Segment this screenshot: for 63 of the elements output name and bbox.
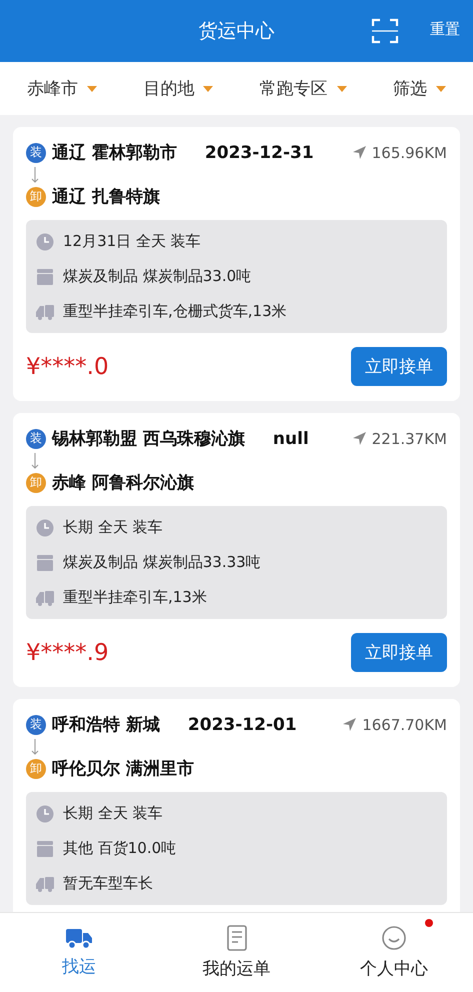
down-arrow-icon xyxy=(31,453,39,469)
distance-text: 165.96KM xyxy=(372,144,447,162)
vehicle-text: 重型半挂牵引车,13米 xyxy=(63,588,207,607)
price-text: ¥****.0 xyxy=(26,354,109,380)
loading-time-text: 长期 全天 装车 xyxy=(63,804,163,823)
distance-text: 221.37KM xyxy=(372,430,447,448)
load-badge: 装 xyxy=(26,142,46,162)
box-icon xyxy=(36,840,54,856)
dropdown-caret-icon xyxy=(87,86,98,92)
down-arrow-icon xyxy=(31,167,39,183)
box-icon xyxy=(36,554,54,570)
date-text: 2023-12-01 xyxy=(188,714,297,734)
unload-badge: 卸 xyxy=(26,758,46,778)
box-icon xyxy=(36,268,54,284)
destination-text: 通辽 扎鲁特旗 xyxy=(52,186,160,208)
date-text: null xyxy=(272,428,309,448)
down-arrow-icon xyxy=(31,739,39,755)
distance-text: 1667.70KM xyxy=(362,716,447,734)
truck-icon xyxy=(64,927,93,949)
unload-badge: 卸 xyxy=(26,472,46,492)
nav-tab[interactable]: 我的运单 xyxy=(158,913,316,992)
truck-icon xyxy=(36,876,54,892)
accept-order-button[interactable]: 立即接单 xyxy=(351,347,447,386)
nav-tab[interactable]: 个人中心 xyxy=(315,913,473,992)
unload-badge: 卸 xyxy=(26,186,46,206)
date-text: 2023-12-31 xyxy=(204,142,314,162)
clock-icon xyxy=(36,804,54,822)
destination-text: 赤峰 阿鲁科尔沁旗 xyxy=(52,472,194,494)
document-icon xyxy=(226,925,248,951)
clock-icon xyxy=(36,232,54,250)
nav-tab[interactable]: 找运 xyxy=(0,913,158,992)
origin-text: 锡林郭勒盟 西乌珠穆沁旗 xyxy=(52,428,245,450)
filter-dropdown[interactable]: 筛选 xyxy=(392,77,446,100)
clock-icon xyxy=(36,518,54,536)
dropdown-caret-icon xyxy=(336,86,347,92)
filter-dropdown[interactable]: 目的地 xyxy=(143,77,214,100)
accept-order-button[interactable]: 立即接单 xyxy=(351,633,447,672)
navigation-arrow-icon xyxy=(352,145,367,160)
navigation-arrow-icon xyxy=(342,717,358,732)
origin-text: 呼和浩特 新城 xyxy=(52,714,160,736)
load-badge: 装 xyxy=(26,428,46,448)
truck-icon xyxy=(36,304,54,320)
destination-text: 呼伦贝尔 满洲里市 xyxy=(52,758,194,780)
cargo-text: 煤炭及制品 煤炭制品33.33吨 xyxy=(63,553,261,572)
dropdown-caret-icon xyxy=(436,86,446,92)
truck-icon xyxy=(36,590,54,606)
loading-time-text: 长期 全天 装车 xyxy=(63,518,163,537)
loading-time-text: 12月31日 全天 装车 xyxy=(63,232,201,251)
filter-dropdown[interactable]: 赤峰市 xyxy=(27,77,98,100)
cargo-text: 煤炭及制品 煤炭制品33.0吨 xyxy=(63,267,252,286)
navigation-arrow-icon xyxy=(352,431,367,446)
reset-button[interactable]: 重置 xyxy=(430,20,460,39)
scan-icon[interactable] xyxy=(371,17,399,45)
cargo-text: 其他 百货10.0吨 xyxy=(63,839,176,858)
vehicle-text: 暂无车型车长 xyxy=(63,874,153,893)
filter-dropdown[interactable]: 常跑专区 xyxy=(260,77,347,100)
origin-text: 通辽 霍林郭勒市 xyxy=(52,142,177,164)
smiley-icon xyxy=(381,925,408,951)
dropdown-caret-icon xyxy=(203,86,214,92)
load-badge: 装 xyxy=(26,714,46,734)
price-text: ¥****.9 xyxy=(26,640,109,666)
page-title: 货运中心 xyxy=(198,19,274,44)
vehicle-text: 重型半挂牵引车,仓栅式货车,13米 xyxy=(63,302,287,321)
